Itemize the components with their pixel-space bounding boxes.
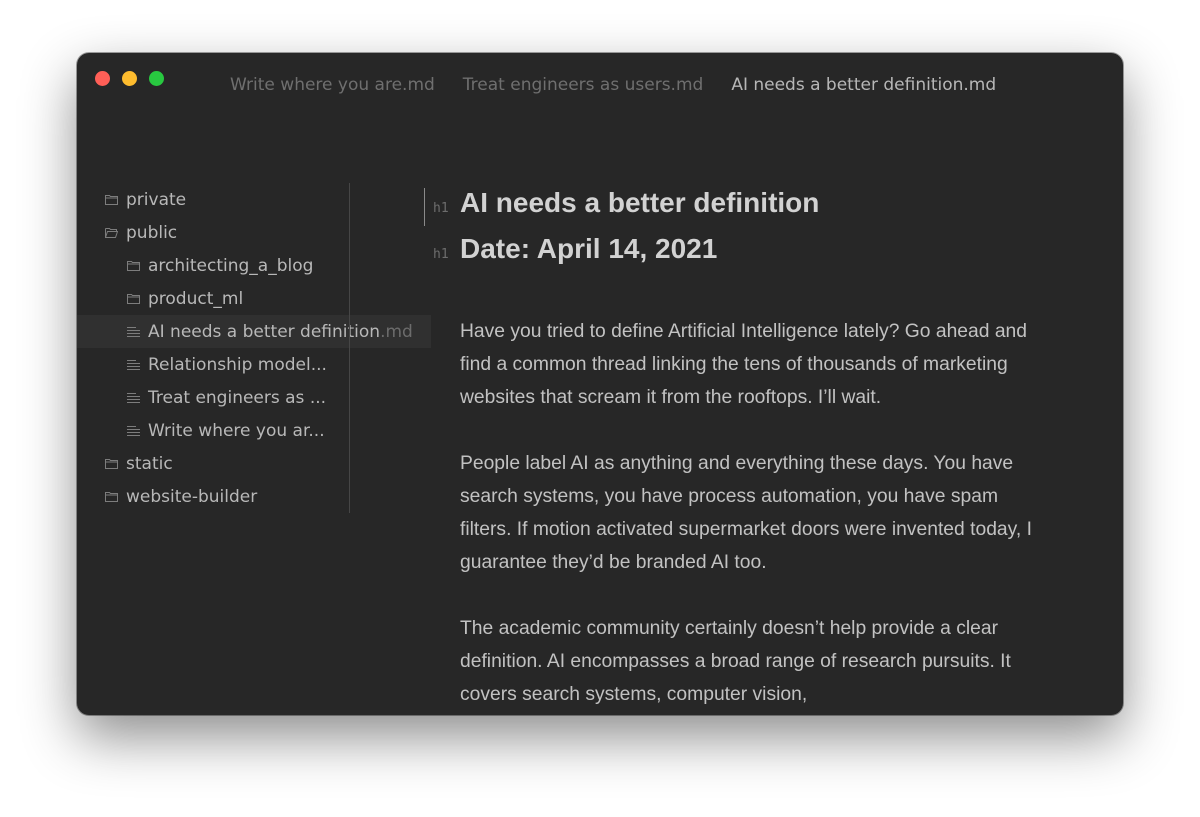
sidebar-item-label: static: [126, 453, 173, 474]
sidebar-item-private[interactable]: private: [77, 183, 431, 216]
maximize-window-button[interactable]: [149, 71, 164, 86]
document-lines-icon: [126, 326, 140, 338]
sidebar-item-label: public: [126, 222, 178, 243]
sidebar-item-treat-engineers-as-users[interactable]: Treat engineers as ...: [77, 381, 431, 414]
sidebar-item-label: Relationship model...: [148, 354, 327, 375]
sidebar-resize-divider[interactable]: [349, 183, 350, 513]
folder-icon: [126, 260, 140, 272]
sidebar-item-public[interactable]: public: [77, 216, 431, 249]
paragraph[interactable]: The academic community certainly doesn’t…: [460, 612, 1032, 711]
heading-marker: h1: [433, 201, 449, 216]
file-extension: .md: [380, 321, 413, 342]
sidebar-item-website-builder[interactable]: website-builder: [77, 480, 431, 513]
tab-treat-engineers-as-users[interactable]: Treat engineers as users.md: [463, 75, 704, 95]
sidebar-item-label: website-builder: [126, 486, 258, 507]
document-title: AI needs a better definition: [460, 187, 820, 218]
sidebar-item-label: product_ml: [148, 288, 244, 309]
sidebar-item-label: AI needs a better definition: [148, 321, 381, 342]
folder-icon: [104, 194, 118, 206]
sidebar-item-architecting-a-blog[interactable]: architecting_a_blog: [77, 249, 431, 282]
tab-ai-needs-a-better-definition[interactable]: AI needs a better definition.md: [731, 75, 996, 95]
minimize-window-button[interactable]: [122, 71, 137, 86]
document-lines-icon: [126, 359, 140, 371]
heading-marker: h1: [433, 247, 449, 262]
sidebar-item-product-ml[interactable]: product_ml: [77, 282, 431, 315]
date-text: Date: April 14, 2021: [460, 233, 718, 264]
document-lines-icon: [126, 392, 140, 404]
paragraph[interactable]: Have you tried to define Artificial Inte…: [460, 315, 1032, 414]
sidebar-item-relationship-model[interactable]: Relationship model...: [77, 348, 431, 381]
folder-icon: [104, 458, 118, 470]
folder-open-icon: [104, 227, 118, 239]
document-lines-icon: [126, 425, 140, 437]
markdown-editor[interactable]: h1 AI needs a better definition h1 Date:…: [424, 183, 1114, 711]
tab-write-where-you-are[interactable]: Write where you are.md: [230, 75, 435, 95]
document-body: Have you tried to define Artificial Inte…: [424, 315, 1114, 711]
sidebar-item-label: Treat engineers as ...: [148, 387, 327, 408]
editor-window: Write where you are.md Treat engineers a…: [77, 53, 1123, 715]
file-tree-sidebar: private public architecting_a_blog produ…: [77, 183, 431, 513]
tab-bar: Write where you are.md Treat engineers a…: [230, 75, 996, 95]
sidebar-item-ai-needs-a-better-definition[interactable]: AI needs a better definition .md: [77, 315, 431, 348]
sidebar-item-write-where-you-are[interactable]: Write where you ar...: [77, 414, 431, 447]
close-window-button[interactable]: [95, 71, 110, 86]
title-heading[interactable]: h1 AI needs a better definition: [424, 183, 1114, 229]
sidebar-item-label: Write where you ar...: [148, 420, 325, 441]
sidebar-item-label: architecting_a_blog: [148, 255, 314, 276]
sidebar-item-static[interactable]: static: [77, 447, 431, 480]
date-heading[interactable]: h1 Date: April 14, 2021: [424, 229, 1114, 275]
folder-icon: [104, 491, 118, 503]
folder-icon: [126, 293, 140, 305]
paragraph[interactable]: People label AI as anything and everythi…: [460, 447, 1032, 579]
sidebar-item-label: private: [126, 189, 187, 210]
